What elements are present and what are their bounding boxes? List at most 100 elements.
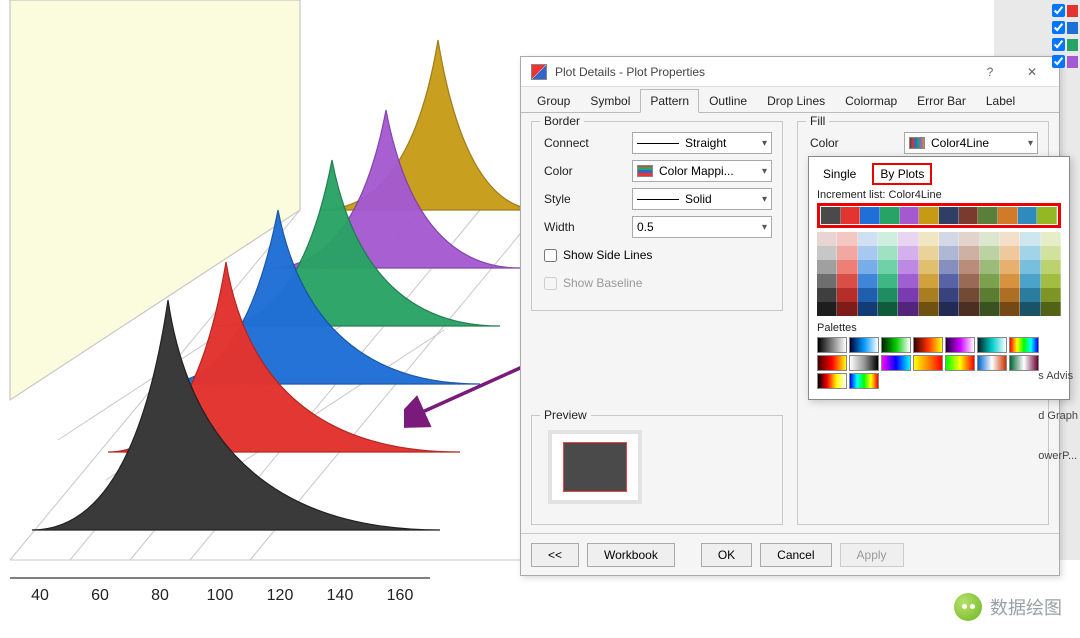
color-swatch[interactable] [919,302,939,316]
tab-symbol[interactable]: Symbol [580,89,640,113]
color-tab-byplots[interactable]: By Plots [872,163,932,185]
color-swatch[interactable] [898,274,918,288]
color-swatch[interactable] [959,232,979,246]
workbook-button[interactable]: Workbook [587,543,675,567]
color-swatch[interactable] [898,288,918,302]
palette-thumb[interactable] [849,355,879,371]
color-swatch[interactable] [980,302,1000,316]
color-swatch[interactable] [837,260,857,274]
color-swatch[interactable] [898,302,918,316]
color-swatch[interactable] [1041,288,1061,302]
close-button[interactable]: ✕ [1011,58,1053,86]
color-swatch[interactable] [821,207,841,224]
color-swatch[interactable] [878,274,898,288]
color-swatch[interactable] [858,246,878,260]
color-swatch[interactable] [980,246,1000,260]
color-tab-single[interactable]: Single [817,165,862,183]
tab-outline[interactable]: Outline [699,89,757,113]
style-combo[interactable]: Solid [632,188,772,210]
tab-label[interactable]: Label [976,89,1025,113]
palette-thumb[interactable] [913,337,943,353]
color-swatch[interactable] [978,207,998,224]
color-swatch[interactable] [878,302,898,316]
color-swatch[interactable] [1000,302,1020,316]
color-swatch[interactable] [939,274,959,288]
color-swatch[interactable] [919,274,939,288]
color-swatch[interactable] [860,207,880,224]
color-swatch[interactable] [837,302,857,316]
palette-thumb[interactable] [881,355,911,371]
color-swatch[interactable] [919,246,939,260]
layer-check[interactable] [1052,21,1078,34]
color-swatch[interactable] [1020,274,1040,288]
border-color-combo[interactable]: Color Mappi... [632,160,772,182]
color-swatch[interactable] [837,232,857,246]
color-swatch[interactable] [959,274,979,288]
palette-thumb[interactable] [977,337,1007,353]
palette-thumb[interactable] [1009,355,1039,371]
color-swatch[interactable] [998,207,1018,224]
color-swatch[interactable] [1041,260,1061,274]
increment-main-row[interactable] [817,203,1061,228]
tab-errorbar[interactable]: Error Bar [907,89,976,113]
connect-combo[interactable]: Straight [632,132,772,154]
color-swatch[interactable] [898,246,918,260]
color-swatch[interactable] [1041,232,1061,246]
color-swatch[interactable] [959,260,979,274]
palette-thumb[interactable] [945,337,975,353]
color-swatch[interactable] [858,288,878,302]
color-swatch[interactable] [1000,246,1020,260]
collapse-button[interactable]: << [531,543,579,567]
color-swatch[interactable] [1020,288,1040,302]
show-side-lines-check[interactable]: Show Side Lines [544,244,772,266]
color-swatch[interactable] [817,260,837,274]
layer-check[interactable] [1052,55,1078,68]
color-swatch[interactable] [858,274,878,288]
color-swatch[interactable] [878,288,898,302]
color-swatch[interactable] [1020,232,1040,246]
color-swatch[interactable] [878,260,898,274]
color-swatch[interactable] [939,207,959,224]
color-swatch[interactable] [817,246,837,260]
color-swatch[interactable] [817,232,837,246]
color-swatch[interactable] [817,274,837,288]
color-swatch[interactable] [959,288,979,302]
color-swatch[interactable] [919,207,939,224]
layer-check[interactable] [1052,38,1078,51]
layer-check[interactable] [1052,4,1078,17]
help-button[interactable]: ? [969,58,1011,86]
color-swatch[interactable] [980,274,1000,288]
color-swatch[interactable] [1041,274,1061,288]
palette-thumb[interactable] [977,355,1007,371]
dialog-titlebar[interactable]: Plot Details - Plot Properties ? ✕ [521,57,1059,87]
color-swatch[interactable] [1041,246,1061,260]
color-swatch[interactable] [959,207,979,224]
palette-thumb[interactable] [913,355,943,371]
color-swatch[interactable] [959,246,979,260]
color-swatch[interactable] [1020,260,1040,274]
color-swatch[interactable] [858,260,878,274]
color-swatch[interactable] [858,302,878,316]
color-swatch[interactable] [919,288,939,302]
color-swatch[interactable] [980,260,1000,274]
color-swatch[interactable] [939,260,959,274]
color-swatch[interactable] [919,232,939,246]
color-swatch[interactable] [841,207,861,224]
fill-color-combo[interactable]: Color4Line [904,132,1038,154]
color-swatch[interactable] [817,302,837,316]
color-swatch[interactable] [880,207,900,224]
palette-thumb[interactable] [881,337,911,353]
color-swatch[interactable] [898,232,918,246]
palette-thumb[interactable] [817,337,847,353]
color-swatch[interactable] [900,207,920,224]
tab-group[interactable]: Group [527,89,580,113]
color-swatch[interactable] [980,288,1000,302]
color-swatch[interactable] [837,246,857,260]
color-swatch[interactable] [939,302,959,316]
color-swatch[interactable] [878,246,898,260]
palette-thumb[interactable] [817,373,847,389]
color-swatch[interactable] [959,302,979,316]
color-swatch[interactable] [858,232,878,246]
color-swatch[interactable] [1018,207,1038,224]
ok-button[interactable]: OK [701,543,752,567]
